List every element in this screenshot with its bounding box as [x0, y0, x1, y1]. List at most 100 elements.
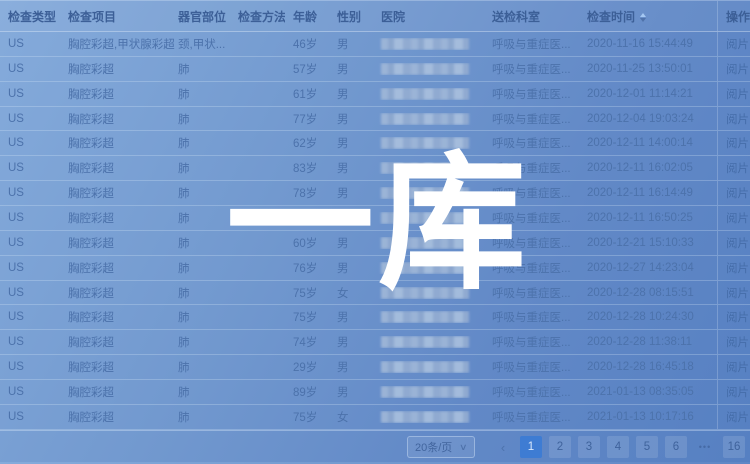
page-button-5[interactable]: 5: [636, 436, 658, 458]
page-button-16[interactable]: 16: [723, 436, 745, 458]
view-images-link[interactable]: 阅片: [726, 235, 749, 251]
cell-type: US: [0, 38, 60, 50]
cell-hospital: [373, 411, 484, 423]
cell-dept: 呼吸与重症医...: [484, 235, 579, 251]
column-header-department: 送检科室: [484, 8, 579, 25]
view-images-link[interactable]: 阅片: [726, 409, 749, 425]
cell-organ: 肺: [170, 334, 230, 350]
view-images-link[interactable]: 阅片: [726, 359, 749, 375]
cell-action: 阅片: [717, 355, 750, 379]
cell-organ: 肺: [170, 61, 230, 77]
hospital-redacted-blur: [381, 113, 469, 125]
cell-organ: 肺: [170, 285, 230, 301]
cell-type: US: [0, 187, 60, 199]
cell-age: 89岁: [285, 384, 329, 400]
cell-hospital: [373, 386, 484, 398]
page-button-1[interactable]: 1: [520, 436, 542, 458]
hospital-redacted-blur: [381, 237, 469, 249]
cell-action: 阅片: [717, 281, 750, 305]
cell-gender: 男: [329, 384, 373, 400]
cell-dept: 呼吸与重症医...: [484, 359, 579, 375]
pagination-bar: 20条/页 ∨ ‹ 123456 ••• 16: [0, 430, 750, 464]
cell-organ: 肺: [170, 160, 230, 176]
cell-item: 胸腔彩超: [60, 384, 170, 400]
hospital-redacted-blur: [381, 88, 469, 100]
page-ellipsis[interactable]: •••: [694, 436, 716, 458]
view-images-link[interactable]: 阅片: [726, 61, 749, 77]
page-size-select[interactable]: 20条/页 ∨: [407, 436, 475, 458]
table-row: US胸腔彩超肺77岁男呼吸与重症医...2020-12-04 19:03:24阅…: [0, 107, 750, 132]
sort-carets-icon[interactable]: [640, 13, 646, 22]
view-images-link[interactable]: 阅片: [726, 36, 749, 52]
cell-item: 胸腔彩超: [60, 86, 170, 102]
cell-item: 胸腔彩超: [60, 359, 170, 375]
table-row: US胸腔彩超肺61岁男呼吸与重症医...2020-12-01 11:14:21阅…: [0, 82, 750, 107]
view-images-link[interactable]: 阅片: [726, 210, 749, 226]
cell-organ: 颈,甲状...: [170, 36, 230, 52]
table-row: US胸腔彩超肺75岁女呼吸与重症医...2020-12-28 08:15:51阅…: [0, 281, 750, 306]
table-row: US胸腔彩超肺75岁女呼吸与重症医...2021-01-13 10:17:16阅…: [0, 405, 750, 430]
cell-gender: 男: [329, 235, 373, 251]
cell-organ: 肺: [170, 359, 230, 375]
cell-age: 75岁: [285, 285, 329, 301]
cell-dept: 呼吸与重症医...: [484, 384, 579, 400]
cell-time: 2020-12-01 11:14:21: [579, 88, 717, 100]
cell-type: US: [0, 212, 60, 224]
page-button-2[interactable]: 2: [549, 436, 571, 458]
view-images-link[interactable]: 阅片: [726, 260, 749, 276]
cell-type: US: [0, 361, 60, 373]
cell-gender: 男: [329, 36, 373, 52]
column-header-exam-time[interactable]: 检查时间: [579, 8, 717, 25]
cell-type: US: [0, 336, 60, 348]
cell-time: 2020-12-28 16:45:18: [579, 361, 717, 373]
cell-action: 阅片: [717, 330, 750, 354]
cell-time: 2020-12-21 15:10:33: [579, 237, 717, 249]
view-images-link[interactable]: 阅片: [726, 334, 749, 350]
cell-dept: 呼吸与重症医...: [484, 285, 579, 301]
cell-dept: 呼吸与重症医...: [484, 36, 579, 52]
view-images-link[interactable]: 阅片: [726, 185, 749, 201]
cell-organ: 肺: [170, 135, 230, 151]
cell-action: 阅片: [717, 32, 750, 56]
cell-gender: 女: [329, 285, 373, 301]
cell-organ: 肺: [170, 309, 230, 325]
cell-item: 胸腔彩超: [60, 334, 170, 350]
view-images-link[interactable]: 阅片: [726, 285, 749, 301]
cell-dept: 呼吸与重症医...: [484, 86, 579, 102]
table-header: 检查类型 检查项目 器官部位 检查方法 年龄 性别 医院 送检科室 检查时间 操…: [0, 0, 750, 32]
cell-hospital: [373, 287, 484, 299]
cell-action: 阅片: [717, 405, 750, 429]
cell-gender: 女: [329, 210, 373, 226]
cell-type: US: [0, 113, 60, 125]
hospital-redacted-blur: [381, 212, 469, 224]
cell-action: 阅片: [717, 131, 750, 155]
view-images-link[interactable]: 阅片: [726, 384, 749, 400]
cell-item: 胸腔彩超: [60, 210, 170, 226]
view-images-link[interactable]: 阅片: [726, 160, 749, 176]
prev-page-button[interactable]: ‹: [493, 440, 513, 455]
cell-type: US: [0, 411, 60, 423]
view-images-link[interactable]: 阅片: [726, 135, 749, 151]
cell-age: 75岁: [285, 409, 329, 425]
page-button-4[interactable]: 4: [607, 436, 629, 458]
cell-gender: 女: [329, 409, 373, 425]
view-images-link[interactable]: 阅片: [726, 111, 749, 127]
cell-hospital: [373, 113, 484, 125]
cell-gender: 男: [329, 160, 373, 176]
cell-item: 胸腔彩超: [60, 309, 170, 325]
hospital-redacted-blur: [381, 137, 469, 149]
table-row: US胸腔彩超肺83岁男呼吸与重症医...2020-12-11 16:02:05阅…: [0, 156, 750, 181]
page-size-value: 20条/页: [415, 439, 452, 455]
chevron-down-icon: ∨: [459, 442, 468, 453]
cell-action: 阅片: [717, 82, 750, 106]
cell-item: 胸腔彩超: [60, 135, 170, 151]
cell-item: 胸腔彩超: [60, 61, 170, 77]
page-button-3[interactable]: 3: [578, 436, 600, 458]
view-images-link[interactable]: 阅片: [726, 309, 749, 325]
view-images-link[interactable]: 阅片: [726, 86, 749, 102]
table-row: US胸腔彩超肺78岁男呼吸与重症医...2020-12-11 16:14:49阅…: [0, 181, 750, 206]
caret-up-icon: [640, 13, 646, 17]
page-button-6[interactable]: 6: [665, 436, 687, 458]
cell-gender: 男: [329, 111, 373, 127]
column-header-organ-part: 器官部位: [170, 8, 230, 25]
